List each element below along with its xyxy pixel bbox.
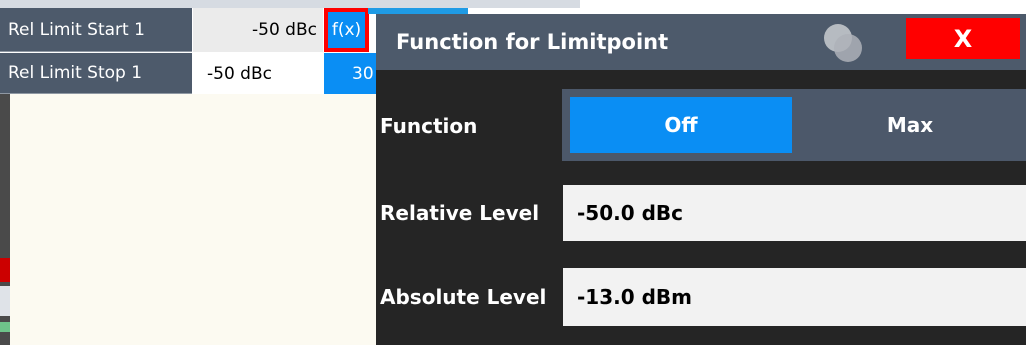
- left-strip-red-marker: [0, 258, 10, 282]
- function-button[interactable]: f(x): [324, 8, 369, 52]
- left-strip-light-marker: [0, 286, 10, 316]
- relative-level-field[interactable]: -50.0 dBc: [563, 185, 1026, 241]
- empty-panel: [10, 94, 376, 345]
- overlap-circles-icon[interactable]: [818, 20, 868, 66]
- rel-limit-stop-value-text: -50 dBc: [207, 63, 272, 84]
- absolute-level-value: -13.0 dBm: [577, 285, 693, 309]
- close-icon: X: [953, 24, 973, 53]
- rel-limit-start-value-text: -50 dBc: [252, 20, 317, 40]
- relative-level-value: -50.0 dBc: [577, 201, 684, 225]
- row-label-rel-limit-start: Rel Limit Start 1: [0, 8, 192, 52]
- function-option-off-label: Off: [664, 113, 698, 137]
- dialog-title: Function for Limitpoint: [396, 30, 669, 54]
- rel-limit-stop-value[interactable]: -50 dBc: [193, 53, 324, 94]
- function-label: Function: [380, 114, 478, 138]
- absolute-level-label: Absolute Level: [380, 285, 547, 309]
- function-option-off[interactable]: Off: [570, 97, 792, 153]
- function-option-max[interactable]: Max: [802, 97, 1018, 153]
- row-label-rel-limit-stop: Rel Limit Stop 1: [0, 53, 192, 94]
- close-button[interactable]: X: [906, 18, 1020, 59]
- function-dialog: Function for Limitpoint X Function Off M…: [376, 14, 1026, 345]
- absolute-level-field[interactable]: -13.0 dBm: [563, 268, 1026, 326]
- relative-level-label: Relative Level: [380, 201, 540, 225]
- function-option-max-label: Max: [886, 113, 934, 137]
- rel-limit-stop-next-text: 30: [352, 63, 374, 84]
- left-strip-green-marker: [0, 322, 10, 332]
- rel-limit-start-value[interactable]: -50 dBc: [193, 8, 323, 52]
- function-button-label: f(x): [331, 20, 362, 40]
- function-selector: Off Max: [562, 89, 1026, 161]
- rel-limit-stop-next-cell[interactable]: 30: [324, 53, 376, 94]
- top-border: [0, 0, 580, 8]
